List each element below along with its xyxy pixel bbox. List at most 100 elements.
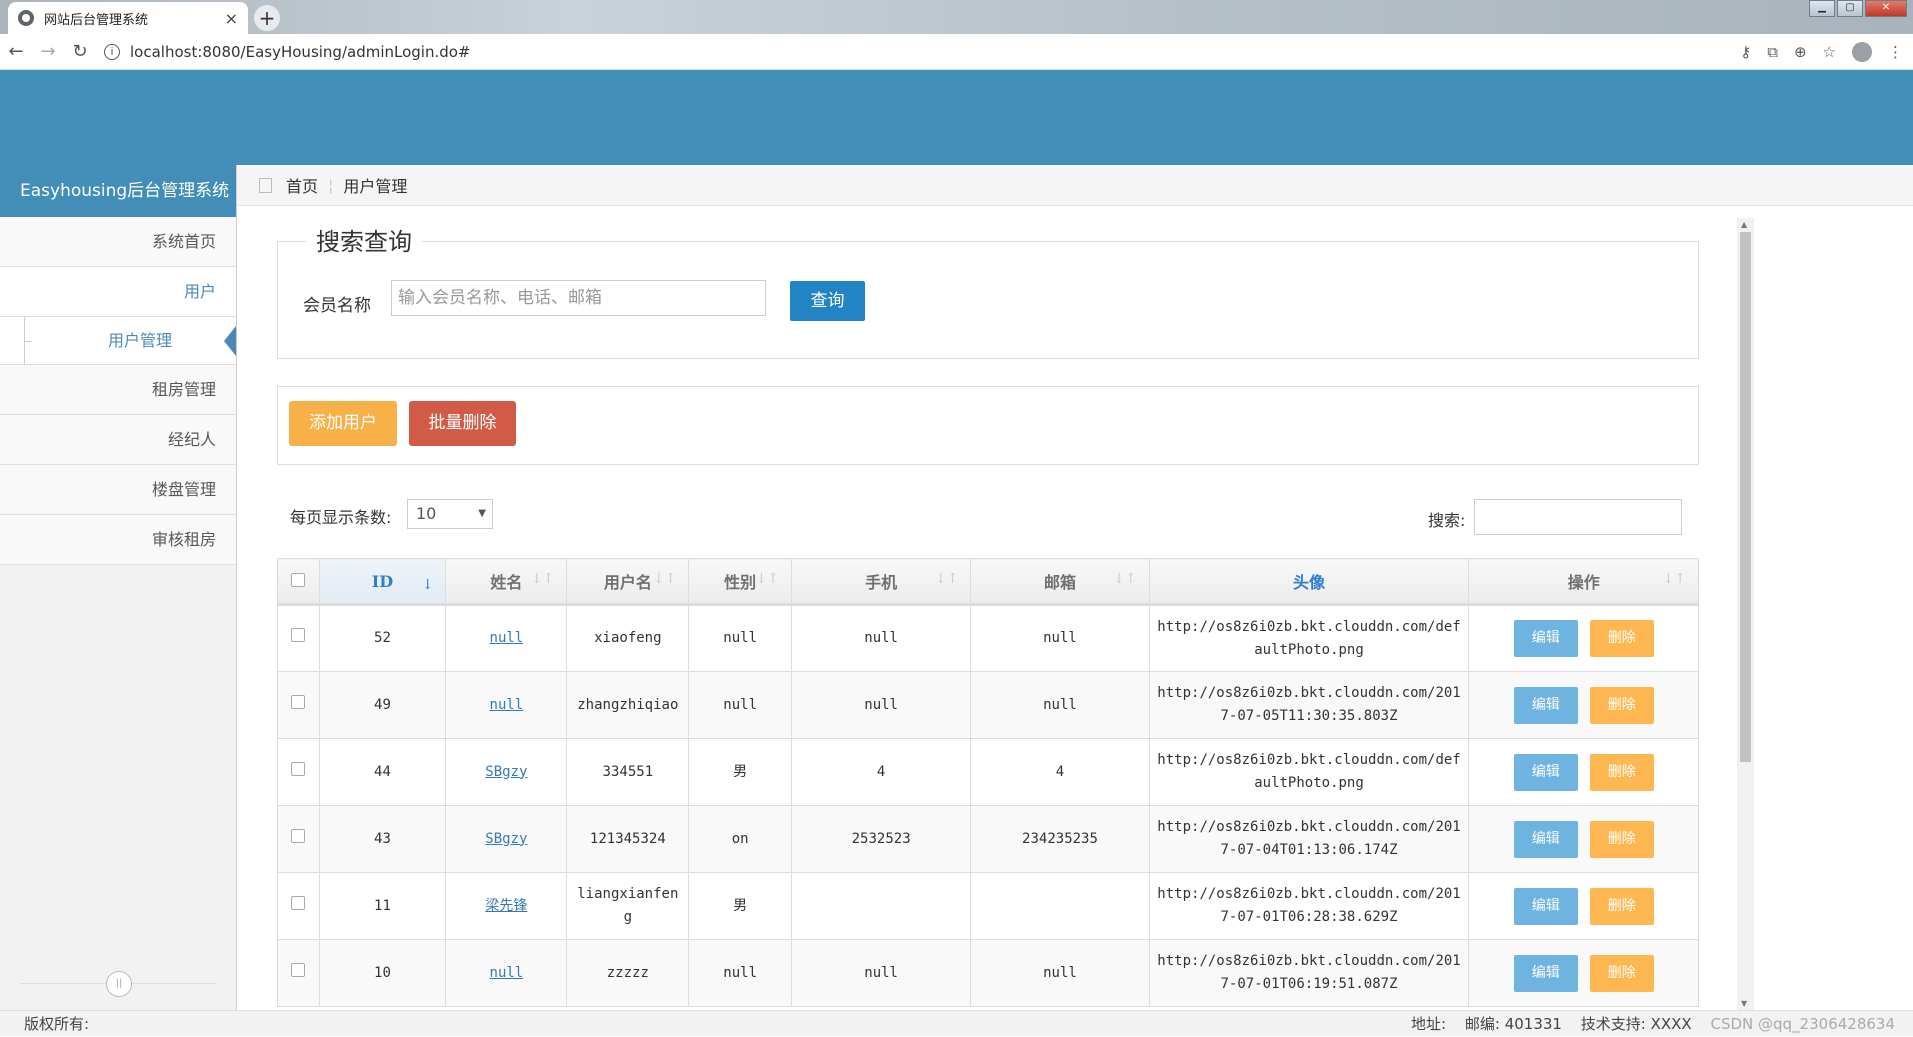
vertical-scrollbar[interactable]: ▲ ▼ — [1737, 218, 1754, 1010]
main-content: 搜索查询 会员名称 输入会员名称、电话、邮箱 查询 添加用户 批量删除 每页显示… — [237, 206, 1737, 1010]
dropdown-arrow-icon: ▼ — [478, 508, 486, 519]
sort-icon: ↓↑ — [530, 571, 555, 587]
cell-name-link[interactable]: null — [490, 965, 524, 981]
breadcrumb: 首页 ¦ 用户管理 — [237, 165, 1913, 206]
col-header-email[interactable]: 邮箱 ↓↑ — [970, 558, 1150, 606]
scrollbar-thumb[interactable] — [1740, 232, 1751, 762]
window-close-icon[interactable]: ✕ — [1865, 0, 1907, 17]
maximize-icon[interactable]: ▢ — [1837, 0, 1863, 17]
cell-avatar-url: http://os8z6i0zb.bkt.clouddn.com/default… — [1148, 738, 1470, 806]
sidebar-collapse: || — [20, 971, 216, 997]
browser-tab[interactable]: 网站后台管理系统 × — [8, 2, 248, 34]
delete-button[interactable]: 删除 — [1589, 753, 1654, 791]
reload-icon[interactable]: ↻ — [64, 41, 96, 62]
cell-gender: null — [688, 604, 792, 672]
scroll-up-icon[interactable]: ▲ — [1741, 220, 1747, 229]
cell-name-link[interactable]: SBgzy — [485, 764, 527, 780]
cell-name-link[interactable]: null — [490, 630, 524, 646]
scroll-down-icon[interactable]: ▼ — [1741, 999, 1747, 1008]
cell-username: zzzzz — [566, 939, 690, 1007]
browser-tab-strip: 网站后台管理系统 × + ▁ ▢ ✕ — [0, 0, 1913, 34]
add-user-button[interactable]: 添加用户 — [289, 401, 397, 446]
cell-gender: 男 — [688, 738, 792, 806]
tab-title: 网站后台管理系统 — [44, 12, 149, 28]
sidebar-item-agents[interactable]: 经纪人 — [0, 415, 236, 465]
cell-username: 121345324 — [566, 805, 690, 873]
row-checkbox[interactable] — [291, 895, 306, 910]
cell-email: null — [970, 604, 1150, 672]
sidebar-item-users[interactable]: 用户 — [0, 267, 236, 317]
cell-avatar-url: http://os8z6i0zb.bkt.clouddn.com/default… — [1148, 604, 1470, 672]
sidebar-item-home[interactable]: 系统首页 — [0, 217, 236, 267]
collapse-toggle-icon[interactable]: || — [106, 971, 132, 997]
cell-name-link[interactable]: 梁先锋 — [485, 898, 527, 914]
info-icon[interactable]: i — [104, 43, 120, 60]
delete-button[interactable]: 删除 — [1589, 954, 1654, 992]
table-row: 11 梁先锋 liangxianfeng 男 http://os8z6i0zb.bkt.… — [277, 872, 1699, 940]
delete-button[interactable]: 删除 — [1589, 686, 1654, 724]
translate-icon[interactable]: ⧉ — [1767, 43, 1778, 61]
breadcrumb-home[interactable]: 首页 — [286, 173, 318, 197]
edit-button[interactable]: 编辑 — [1513, 620, 1578, 657]
row-checkbox[interactable] — [291, 828, 306, 843]
col-header-actions[interactable]: 操作 ↓↑ — [1468, 558, 1699, 606]
row-checkbox[interactable] — [291, 628, 306, 642]
edit-button[interactable]: 编辑 — [1513, 686, 1578, 724]
footer: 版权所有: 地址: 邮编: 401331 技术支持: XXXX CSDN @qq… — [0, 1010, 1913, 1036]
row-checkbox[interactable] — [291, 761, 306, 776]
col-header-gender[interactable]: 性别 ↓↑ — [688, 558, 792, 606]
minimize-icon[interactable]: ▁ — [1809, 0, 1835, 17]
delete-button[interactable]: 删除 — [1589, 887, 1654, 925]
col-header-name[interactable]: 姓名 ↓↑ — [445, 558, 568, 606]
search-input[interactable]: 输入会员名称、电话、邮箱 — [391, 280, 766, 316]
new-tab-button[interactable]: + — [254, 5, 280, 31]
globe-icon — [18, 10, 34, 26]
menu-dots-icon[interactable]: ⋮ — [1888, 43, 1903, 61]
sort-desc-icon: ↓ — [421, 577, 434, 593]
select-all-header[interactable] — [277, 558, 320, 606]
edit-button[interactable]: 编辑 — [1513, 753, 1578, 791]
sidebar: Easyhousing后台管理系统 系统首页 用户 用户管理 租房管理 经纪人 … — [0, 165, 237, 1010]
col-header-id[interactable]: ID ↓ — [318, 558, 447, 606]
cell-email: 234235235 — [970, 805, 1150, 873]
sort-icon: ↓↑ — [934, 571, 959, 587]
cell-name-link[interactable]: null — [490, 697, 524, 713]
row-checkbox[interactable] — [291, 962, 306, 977]
table-filter-input[interactable] — [1474, 499, 1682, 535]
bookmark-star-icon[interactable]: ☆ — [1823, 43, 1836, 61]
delete-button[interactable]: 删除 — [1589, 620, 1654, 657]
sidebar-item-rentals[interactable]: 租房管理 — [0, 365, 236, 415]
sidebar-item-review-rentals[interactable]: 审核租房 — [0, 515, 236, 565]
cell-phone — [790, 872, 972, 940]
cell-phone: null — [790, 939, 972, 1007]
sort-icon: ↓↑ — [1113, 571, 1137, 587]
profile-avatar-icon[interactable] — [1852, 42, 1872, 62]
back-icon[interactable]: ← — [0, 41, 32, 62]
cell-name-link[interactable]: SBgzy — [485, 831, 527, 847]
edit-button[interactable]: 编辑 — [1513, 954, 1578, 992]
row-checkbox[interactable] — [291, 694, 306, 709]
key-icon[interactable]: ⚷ — [1740, 43, 1751, 61]
query-button[interactable]: 查询 — [790, 281, 865, 321]
cell-email: null — [970, 939, 1150, 1007]
sort-icon: ↓↑ — [1662, 571, 1686, 587]
edit-button[interactable]: 编辑 — [1513, 820, 1578, 858]
zoom-icon[interactable]: ⊕ — [1794, 43, 1807, 61]
sidebar-brand: Easyhousing后台管理系统 — [0, 165, 236, 217]
edit-button[interactable]: 编辑 — [1513, 887, 1578, 925]
select-all-checkbox[interactable] — [291, 572, 306, 587]
col-header-username[interactable]: 用户名 ↓↑ — [566, 558, 690, 606]
batch-delete-button[interactable]: 批量删除 — [409, 401, 516, 446]
cell-username: 334551 — [566, 738, 690, 806]
url-field[interactable]: i localhost:8080/EasyHousing/adminLogin.… — [104, 43, 471, 61]
sidebar-item-properties[interactable]: 楼盘管理 — [0, 465, 236, 515]
cell-id: 44 — [318, 738, 447, 806]
close-icon[interactable]: × — [225, 9, 238, 28]
watermark-text: CSDN @qq_2306428634 — [1710, 1015, 1895, 1033]
sidebar-subitem-user-management[interactable]: 用户管理 — [0, 317, 236, 365]
table-row: 10 null zzzzz null null null http://os8z6i0zb.… — [277, 939, 1699, 1007]
col-header-phone[interactable]: 手机 ↓↑ — [790, 558, 972, 606]
forward-icon[interactable]: → — [32, 41, 64, 62]
page-length-select[interactable]: 10 ▼ — [407, 499, 493, 529]
delete-button[interactable]: 删除 — [1589, 820, 1654, 858]
